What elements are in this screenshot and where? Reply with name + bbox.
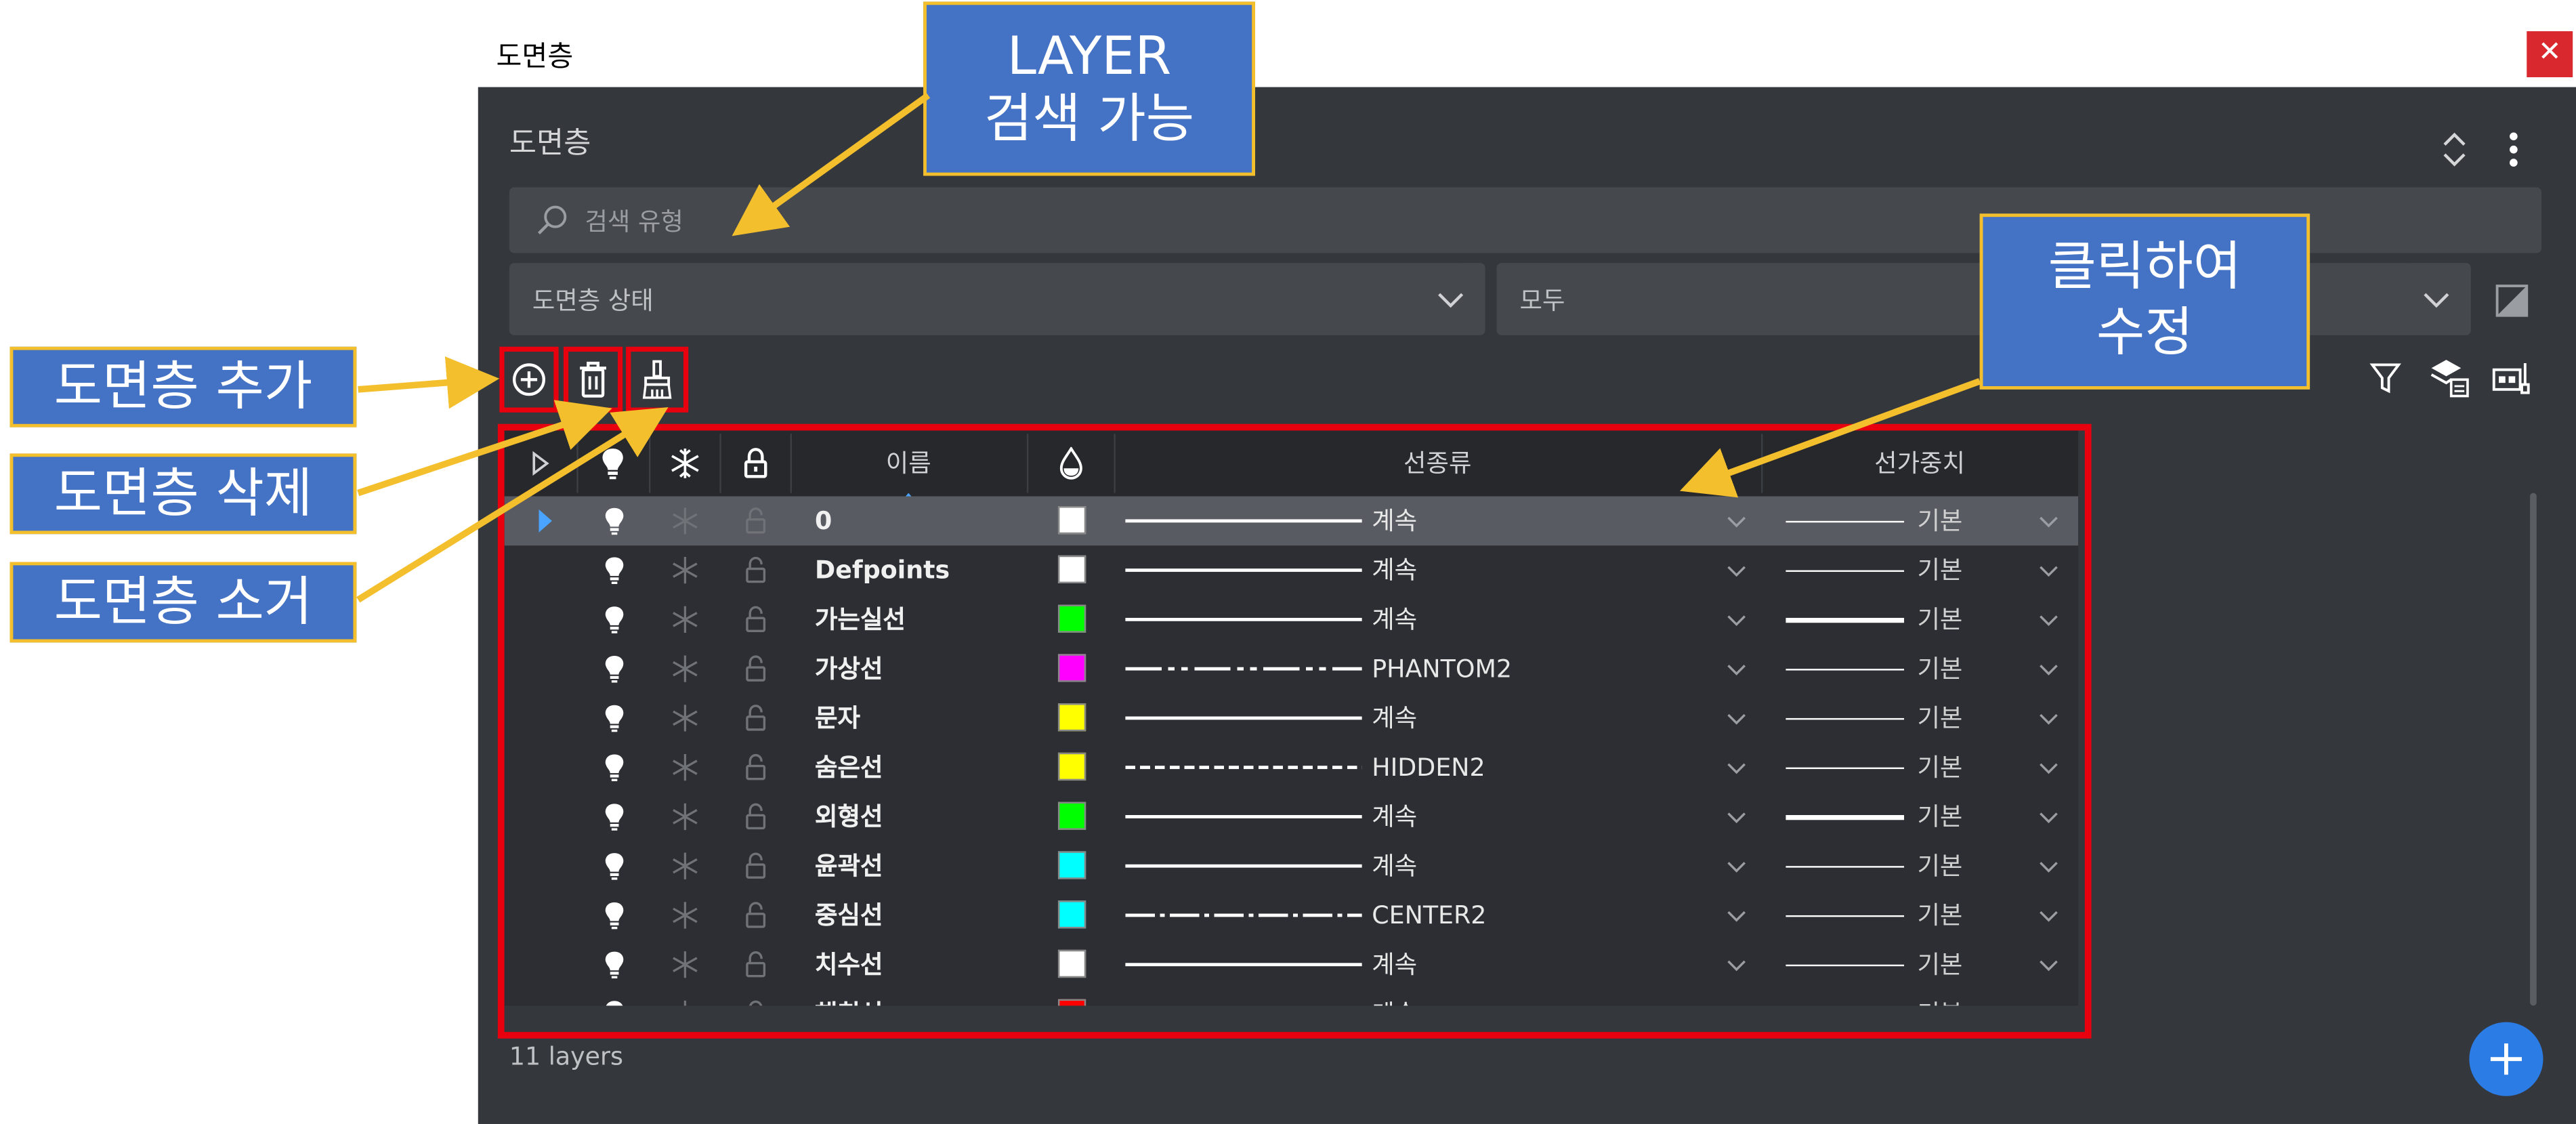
arrow-to-add [358, 356, 500, 409]
arrow-to-search [732, 92, 931, 236]
annotation-arrows [356, 92, 1981, 603]
arrow-to-delete [357, 400, 612, 497]
arrow-to-linetype [1679, 378, 1981, 498]
